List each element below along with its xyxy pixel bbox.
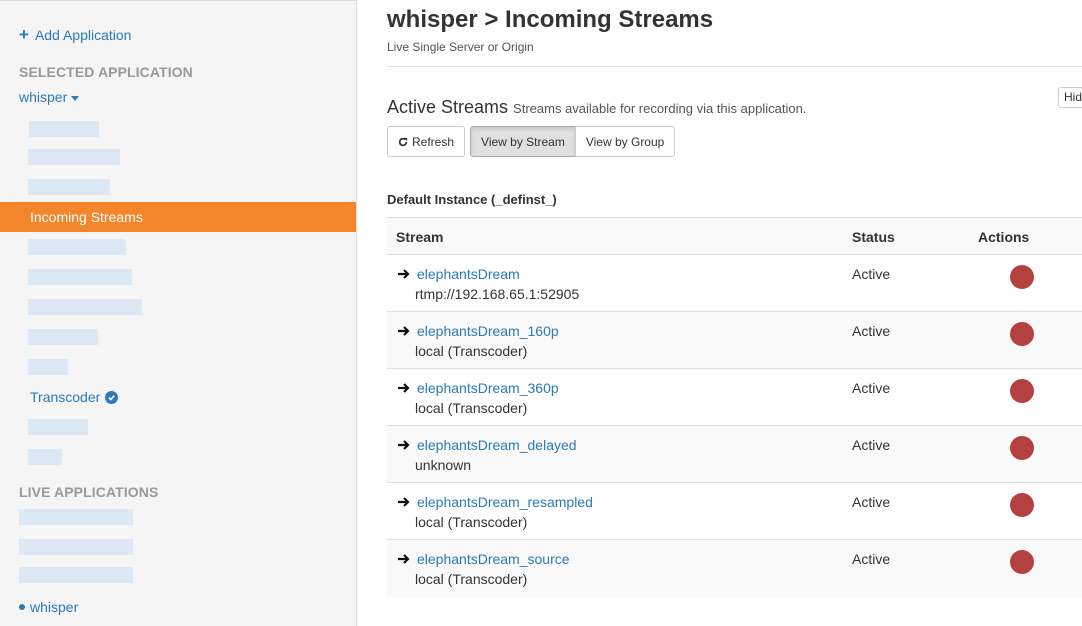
arrow-right-icon <box>398 440 410 450</box>
stream-name-link[interactable]: elephantsDream <box>417 266 520 282</box>
column-header-status: Status <box>852 229 895 245</box>
application-dropdown-label: whisper <box>19 89 68 105</box>
redacted-nav-item[interactable] <box>28 269 132 285</box>
stop-stream-button[interactable] <box>1010 265 1034 289</box>
redacted-nav-item[interactable] <box>29 121 99 137</box>
hide-button[interactable]: Hide <box>1058 87 1082 108</box>
stream-status: Active <box>852 266 891 282</box>
column-header-stream: Stream <box>396 229 444 245</box>
application-dropdown[interactable]: whisper <box>19 89 80 105</box>
redacted-nav-item[interactable] <box>28 449 62 465</box>
main-content: whisper > Incoming Streams Live Single S… <box>387 0 1082 626</box>
table-row: elephantsDream rtmp://192.168.65.1:52905… <box>387 255 1082 312</box>
redacted-nav-item[interactable] <box>28 239 126 255</box>
stream-status: Active <box>852 380 891 396</box>
stream-source: unknown <box>415 457 472 473</box>
refresh-button[interactable]: Refresh <box>387 126 466 157</box>
refresh-label: Refresh <box>412 134 455 149</box>
redacted-live-app[interactable] <box>19 567 133 583</box>
redacted-live-app[interactable] <box>19 509 133 525</box>
live-app-label: whisper <box>30 599 79 615</box>
section-title: Active Streams <box>387 97 509 117</box>
selected-application-heading: SELECTED APPLICATION <box>19 64 193 80</box>
stop-stream-button[interactable] <box>1010 436 1034 460</box>
instance-title: Default Instance (_definst_) <box>387 192 557 207</box>
view-by-group-button[interactable]: View by Group <box>574 126 676 157</box>
redacted-nav-item[interactable] <box>28 149 120 165</box>
table-row: elephantsDream_360p local (Transcoder) A… <box>387 369 1082 426</box>
live-app-whisper[interactable]: whisper <box>19 599 78 615</box>
arrow-right-icon <box>398 383 410 393</box>
stop-stream-button[interactable] <box>1010 493 1034 517</box>
stop-stream-button[interactable] <box>1010 379 1034 403</box>
refresh-icon <box>398 137 408 146</box>
stream-source: local (Transcoder) <box>415 571 528 587</box>
stream-source: local (Transcoder) <box>415 514 528 530</box>
redacted-nav-item[interactable] <box>28 299 142 315</box>
table-row: elephantsDream_160p local (Transcoder) A… <box>387 312 1082 369</box>
view-by-stream-button[interactable]: View by Stream <box>470 126 576 157</box>
table-row: elephantsDream_delayed unknown Active <box>387 426 1082 483</box>
stream-source: rtmp://192.168.65.1:52905 <box>415 286 580 302</box>
arrow-right-icon <box>398 554 410 564</box>
redacted-nav-item[interactable] <box>28 419 88 435</box>
stream-name-link[interactable]: elephantsDream_source <box>417 551 570 567</box>
stream-status: Active <box>852 551 891 567</box>
active-streams-heading: Active Streams Streams available for rec… <box>387 97 806 118</box>
arrow-right-icon <box>398 497 410 507</box>
add-application-label: Add Application <box>34 27 132 43</box>
redacted-nav-item[interactable] <box>28 329 98 345</box>
redacted-nav-item[interactable] <box>28 179 110 195</box>
transcoder-label: Transcoder <box>30 389 101 405</box>
toolbar: Refresh View by Stream View by Group <box>387 126 676 157</box>
redacted-nav-item[interactable] <box>28 359 68 375</box>
page-subtitle: Live Single Server or Origin <box>387 40 534 54</box>
streams-table: Stream Status Actions elephantsDream rtm… <box>387 217 1082 597</box>
stream-name-link[interactable]: elephantsDream_160p <box>417 323 559 339</box>
live-applications-heading: LIVE APPLICATIONS <box>19 484 159 500</box>
stream-name-link[interactable]: elephantsDream_delayed <box>417 437 577 453</box>
table-row: elephantsDream_source local (Transcoder)… <box>387 540 1082 597</box>
arrow-right-icon <box>398 326 410 336</box>
sidebar-item-incoming-streams[interactable]: Incoming Streams <box>0 202 356 232</box>
stream-status: Active <box>852 437 891 453</box>
stop-stream-button[interactable] <box>1010 322 1034 346</box>
stream-name-link[interactable]: elephantsDream_resampled <box>417 494 593 510</box>
stream-name-link[interactable]: elephantsDream_360p <box>417 380 559 396</box>
sidebar: + Add Application SELECTED APPLICATION w… <box>0 0 357 626</box>
stream-source: local (Transcoder) <box>415 343 528 359</box>
page-title: whisper > Incoming Streams <box>387 6 714 33</box>
caret-down-icon <box>71 95 80 101</box>
stream-status: Active <box>852 323 891 339</box>
stop-stream-button[interactable] <box>1010 550 1034 574</box>
table-header: Stream Status Actions <box>387 217 1082 255</box>
table-row: elephantsDream_resampled local (Transcod… <box>387 483 1082 540</box>
check-circle-icon <box>105 390 119 404</box>
section-subtitle: Streams available for recording via this… <box>513 101 807 116</box>
add-application-link[interactable]: + Add Application <box>19 25 132 44</box>
column-header-actions: Actions <box>978 229 1030 245</box>
sidebar-item-transcoder[interactable]: Transcoder <box>30 389 119 405</box>
stream-source: local (Transcoder) <box>415 400 528 416</box>
stream-status: Active <box>852 494 891 510</box>
redacted-live-app[interactable] <box>19 539 133 555</box>
bullet-icon <box>19 604 25 610</box>
arrow-right-icon <box>398 269 410 279</box>
divider <box>387 66 1082 67</box>
plus-icon: + <box>19 25 29 44</box>
